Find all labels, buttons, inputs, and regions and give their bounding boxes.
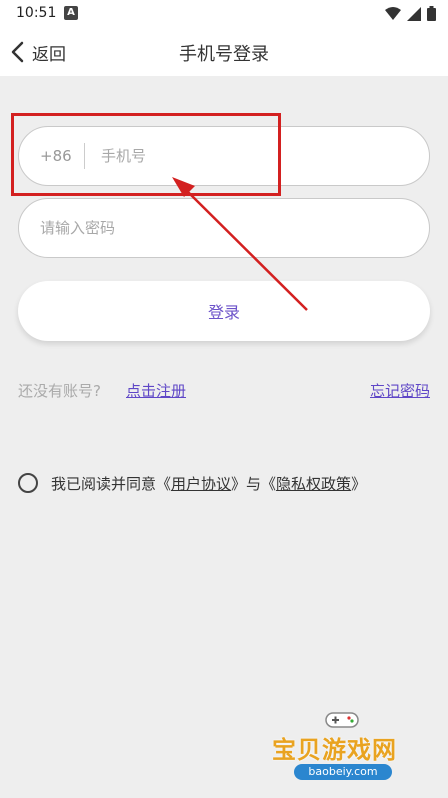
status-indicators — [385, 6, 436, 21]
status-bar: 10:51 A — [0, 0, 448, 28]
country-code[interactable]: +86 — [40, 147, 72, 165]
account-links: 还没有账号? 点击注册 忘记密码 — [18, 380, 430, 402]
watermark: 宝贝游戏网 baobeiy.com — [272, 710, 422, 790]
password-field — [18, 198, 430, 258]
battery-icon — [427, 6, 436, 21]
register-link[interactable]: 点击注册 — [126, 380, 186, 401]
phone-field: +86 — [18, 126, 430, 186]
agreement-middle: 》与《 — [231, 474, 277, 493]
privacy-policy-link[interactable]: 隐私权政策 — [276, 473, 351, 494]
gamepad-icon — [325, 712, 359, 728]
agreement-row: 我已阅读并同意《 用户协议 》与《 隐私权政策》 — [18, 472, 366, 494]
phone-divider — [84, 143, 85, 169]
watermark-title: 宝贝游戏网 — [272, 736, 397, 764]
app-notification-icon: A — [64, 6, 78, 20]
phone-input[interactable] — [101, 127, 401, 185]
agree-radio[interactable] — [18, 473, 38, 493]
forgot-password-link[interactable]: 忘记密码 — [370, 380, 430, 401]
no-account-text: 还没有账号? — [18, 382, 101, 400]
watermark-url: baobeiy.com — [294, 764, 392, 780]
agreement-suffix: 》 — [351, 474, 367, 493]
agreement-prefix: 我已阅读并同意《 — [51, 474, 172, 493]
page-title: 手机号登录 — [179, 44, 269, 65]
signal-icon — [407, 6, 421, 21]
status-time: 10:51 — [16, 5, 57, 21]
header: 返回 手机号登录 — [0, 28, 448, 76]
login-button[interactable]: 登录 — [18, 281, 430, 341]
password-input[interactable] — [40, 199, 400, 257]
user-agreement-link[interactable]: 用户协议 — [171, 473, 231, 494]
wifi-icon — [385, 6, 401, 20]
